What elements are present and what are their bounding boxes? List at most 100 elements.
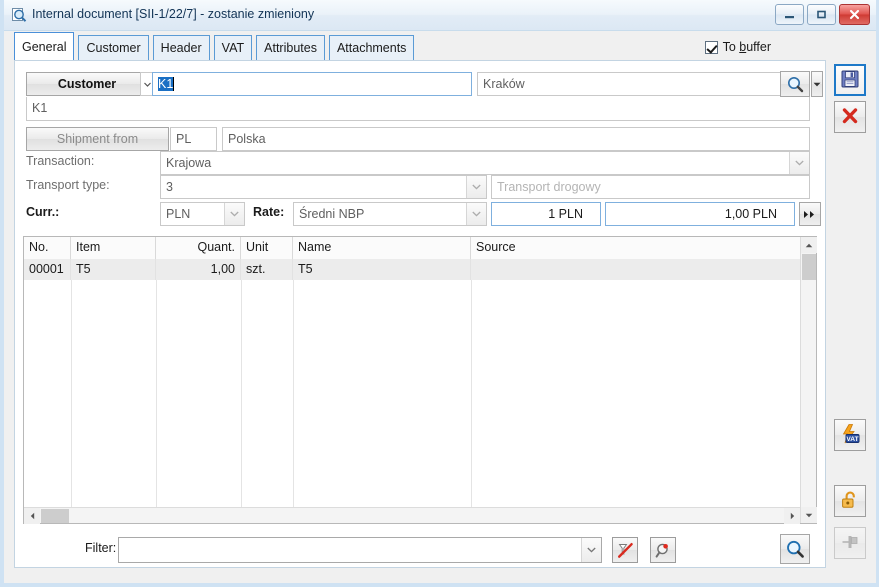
pin-button[interactable] (834, 527, 866, 559)
tab-label: Header (160, 41, 202, 55)
grid-header-quant[interactable]: Quant. (156, 237, 241, 259)
tab-attachments[interactable]: Attachments (328, 35, 415, 61)
filter-input[interactable] (118, 537, 602, 563)
transport-type-label: Transport type: (26, 178, 110, 192)
close-button[interactable] (839, 4, 870, 25)
rate-value: Średni NBP (299, 207, 365, 221)
cell-no: 00001 (24, 259, 71, 280)
tab-header[interactable]: Header (152, 35, 210, 61)
red-x-icon (840, 106, 860, 129)
tab-label: Customer (86, 41, 141, 55)
grid-header-unit[interactable]: Unit (241, 237, 293, 259)
customer-name-input[interactable]: K1 (26, 97, 810, 121)
checkbox-box (704, 40, 718, 54)
transaction-value: Krajowa (166, 156, 212, 170)
grid-column-divider (471, 259, 472, 523)
grid-header-name[interactable]: Name (293, 237, 471, 259)
cell-quant: 1,00 (156, 259, 241, 280)
pin-icon (840, 532, 860, 555)
grid-body: 00001 T5 1,00 szt. T5 (24, 259, 816, 523)
grid-column-divider (241, 259, 242, 523)
scroll-thumb-vertical[interactable] (802, 254, 816, 280)
vat-button[interactable]: VAT (834, 419, 866, 451)
grid-column-divider (156, 259, 157, 523)
tab-customer[interactable]: Customer (78, 35, 149, 61)
currency-label: Curr.: (26, 205, 60, 219)
customer-code-input[interactable]: K1 (152, 72, 472, 96)
save-button[interactable] (834, 64, 866, 96)
svg-text:VAT: VAT (846, 436, 858, 443)
right-toolbar: VAT (832, 60, 878, 568)
filter-label: Filter: (85, 541, 117, 555)
double-chevron-right-icon[interactable] (799, 202, 821, 226)
scroll-down-button[interactable] (801, 507, 817, 523)
tab-attributes[interactable]: Attributes (256, 35, 325, 61)
clear-filter-button[interactable] (612, 537, 638, 563)
to-buffer-label: To buffer (722, 40, 771, 54)
transport-type-value: 3 (166, 180, 173, 194)
text-caret (173, 77, 175, 91)
vat-lightning-icon: VAT (839, 423, 861, 448)
filter-bar: Filter: (15, 529, 825, 569)
grid-header-row: No. Item Quant. Unit Name Source (24, 237, 816, 260)
scroll-right-button[interactable] (784, 508, 800, 524)
window-controls (775, 4, 870, 25)
tab-label: General (22, 40, 67, 54)
rate-label: Rate: (253, 205, 285, 219)
grid-header-source[interactable]: Source (471, 237, 801, 259)
customer-city-input[interactable]: Kraków (477, 72, 787, 96)
cell-name: T5 (293, 259, 471, 280)
window-title: Internal document [SII-1/22/7] - zostani… (32, 7, 315, 21)
grid-column-divider (71, 259, 72, 523)
grid-horizontal-scrollbar[interactable] (24, 507, 800, 524)
customer-code-value: K1 (158, 77, 174, 91)
filter-builder-button[interactable] (650, 537, 676, 563)
items-grid[interactable]: No. Item Quant. Unit Name Source 00001 T… (23, 236, 817, 524)
grid-header-item[interactable]: Item (71, 237, 156, 259)
customer-search-button[interactable] (780, 71, 810, 97)
tab-label: VAT (221, 41, 245, 55)
rate-from-input[interactable]: 1 PLN (491, 202, 601, 226)
magnifier-document-icon (10, 6, 28, 24)
shipment-from-button[interactable]: Shipment from (26, 127, 169, 151)
transaction-select[interactable]: Krajowa (160, 151, 810, 175)
chevron-down-icon[interactable] (466, 176, 486, 198)
grid-header-no[interactable]: No. (24, 237, 71, 259)
cell-unit: szt. (241, 259, 293, 280)
scroll-thumb-horizontal[interactable] (41, 509, 69, 523)
chevron-down-icon[interactable] (789, 152, 809, 174)
tab-label: Attributes (264, 41, 317, 55)
tab-strip: General Customer Header VAT Attributes A… (14, 32, 418, 61)
table-row[interactable]: 00001 T5 1,00 szt. T5 (24, 259, 816, 280)
unlock-button[interactable] (834, 485, 866, 517)
chevron-down-icon[interactable] (224, 203, 244, 225)
floppy-disk-icon (840, 69, 860, 92)
country-code-input[interactable]: PL (170, 127, 217, 151)
scroll-up-button[interactable] (801, 237, 817, 253)
maximize-button[interactable] (807, 4, 836, 25)
tab-label: Attachments (336, 41, 407, 55)
filter-search-button[interactable] (780, 534, 810, 564)
country-name-input[interactable]: Polska (222, 127, 810, 151)
to-buffer-checkbox[interactable]: To buffer (704, 40, 771, 54)
minimize-button[interactable] (775, 4, 804, 25)
scroll-left-button[interactable] (24, 508, 40, 524)
transport-type-select[interactable]: 3 (160, 175, 487, 199)
document-window: Internal document [SII-1/22/7] - zostani… (0, 0, 879, 587)
currency-select[interactable]: PLN (160, 202, 245, 226)
customer-button[interactable]: Customer (26, 72, 148, 96)
general-tab-panel: Customer K1 Kraków K1 Shipment from PL P… (14, 60, 826, 568)
chevron-down-icon[interactable] (466, 203, 486, 225)
title-bar: Internal document [SII-1/22/7] - zostani… (4, 0, 876, 31)
chevron-down-icon[interactable] (581, 538, 601, 562)
rate-select[interactable]: Średni NBP (293, 202, 487, 226)
cancel-button[interactable] (834, 101, 866, 133)
rate-to-input[interactable]: 1,00 PLN (605, 202, 795, 226)
grid-column-divider (293, 259, 294, 523)
tab-general[interactable]: General (14, 32, 75, 61)
transport-description-input[interactable]: Transport drogowy (491, 175, 810, 199)
transaction-label: Transaction: (26, 154, 95, 168)
customer-search-dropdown[interactable] (811, 71, 823, 97)
tab-vat[interactable]: VAT (213, 35, 253, 61)
grid-vertical-scrollbar[interactable] (800, 237, 817, 523)
